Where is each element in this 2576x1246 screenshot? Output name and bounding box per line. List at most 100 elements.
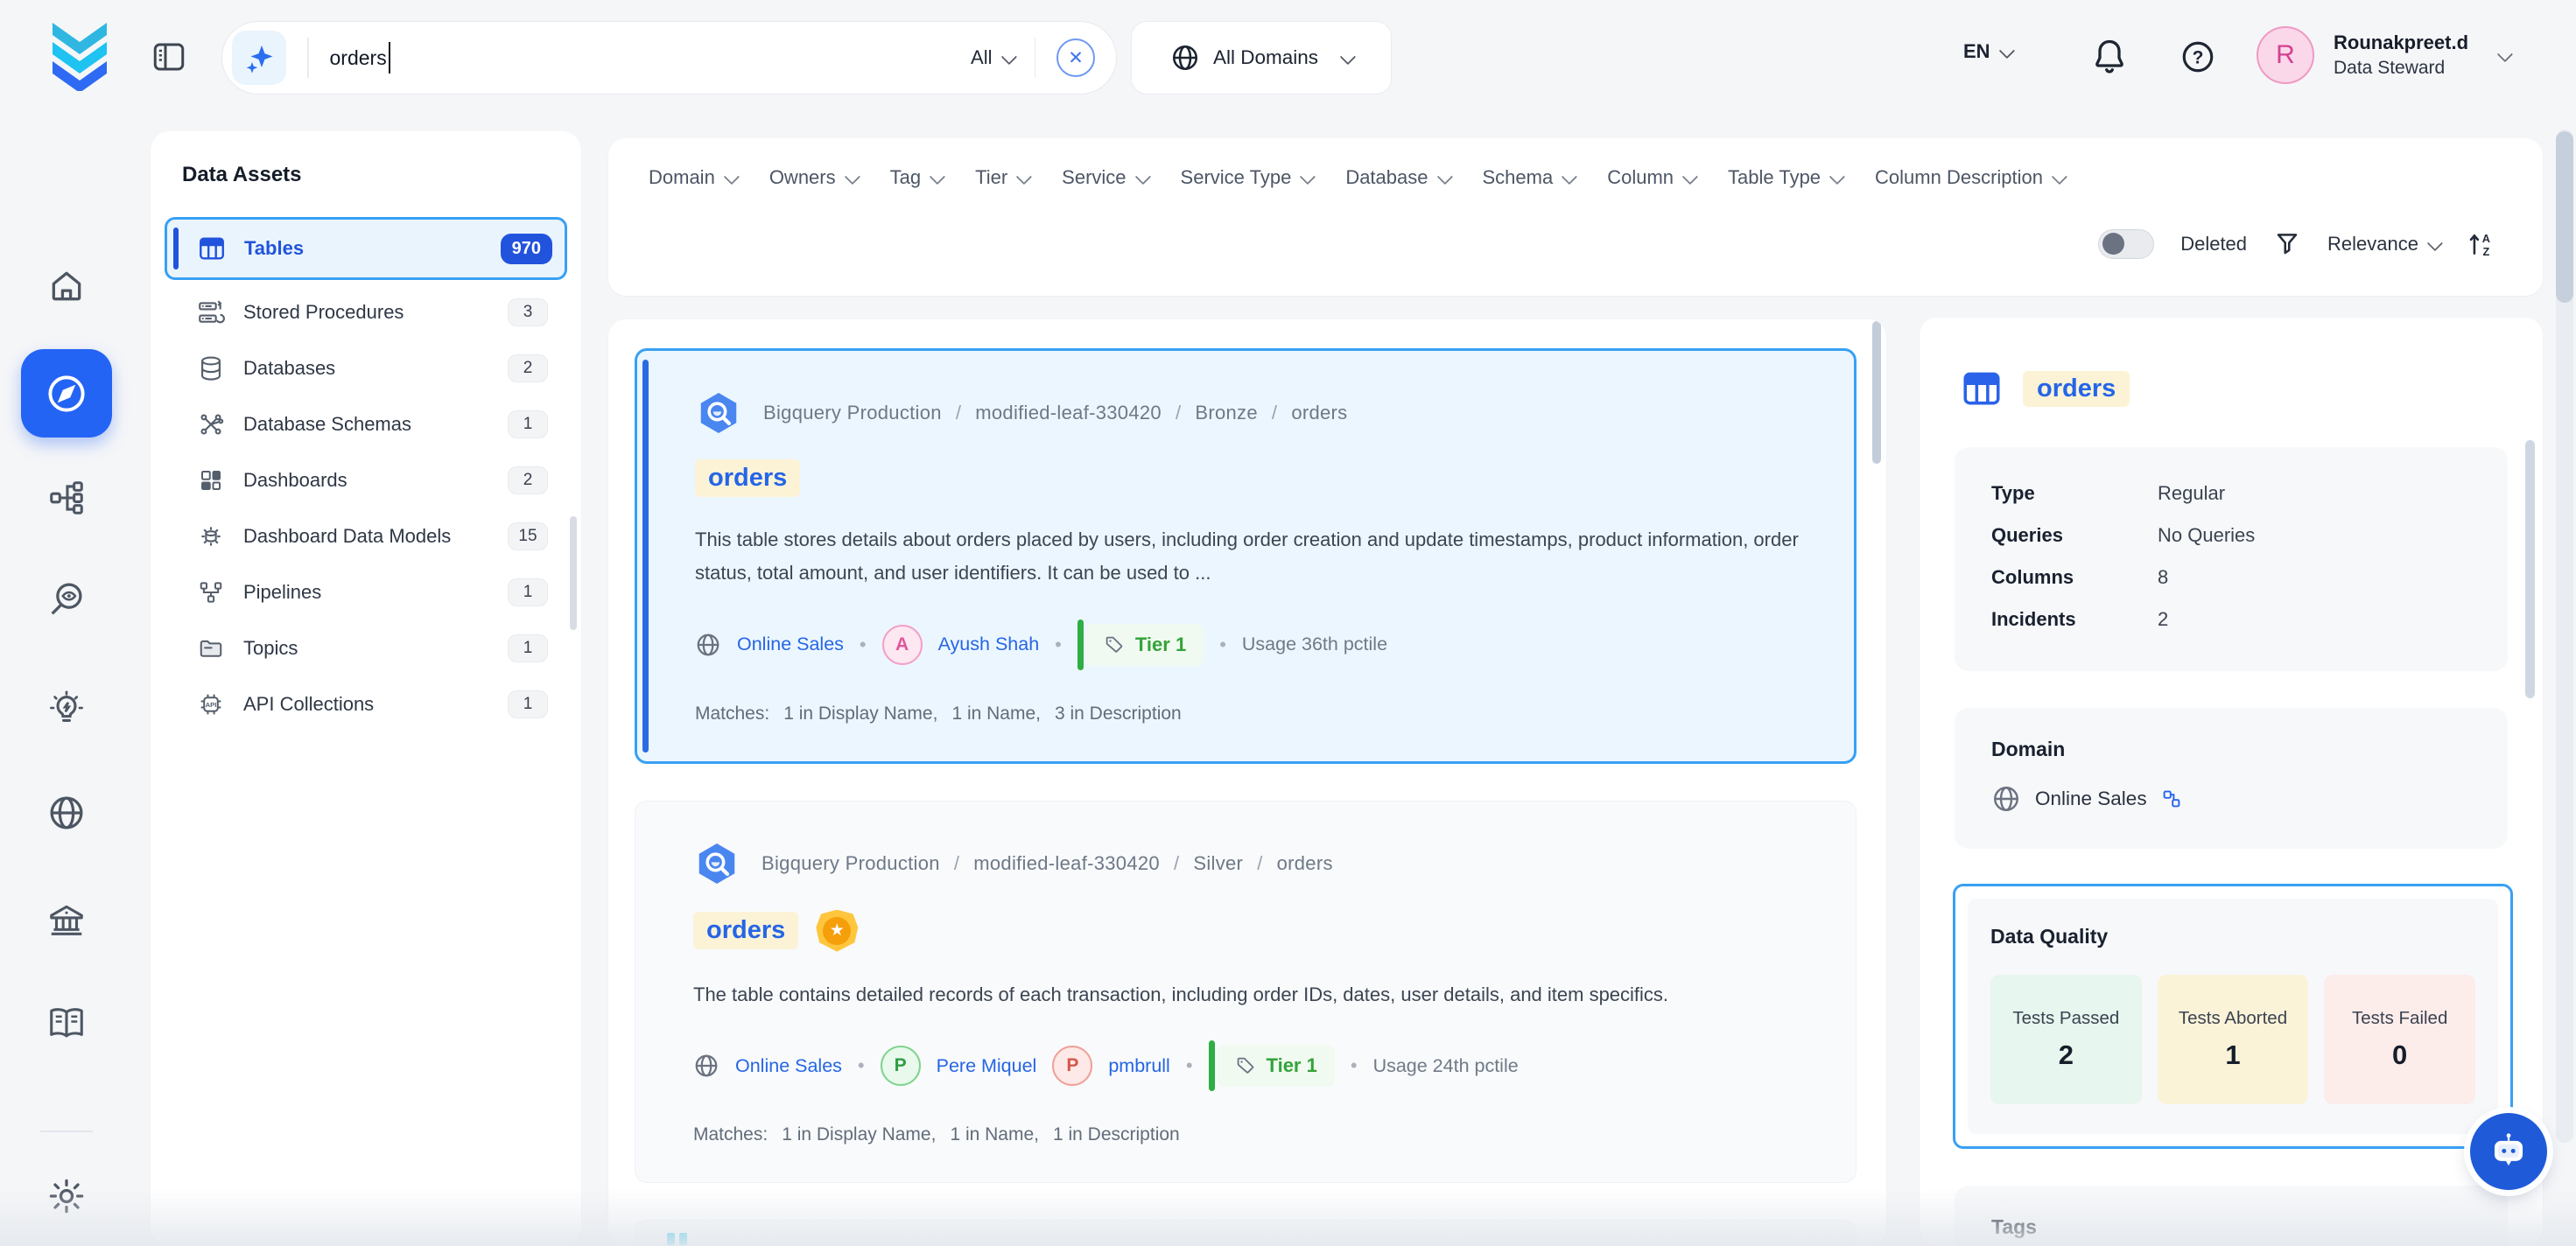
assets-scrollbar[interactable] xyxy=(570,516,577,630)
filter-column-description[interactable]: Column Description xyxy=(1875,166,2064,189)
sidebar-item-stored-procedures[interactable]: Stored Procedures 3 xyxy=(172,287,560,338)
topic-folder-icon xyxy=(194,635,228,662)
result-description: The table contains detailed records of e… xyxy=(693,978,1803,1012)
breadcrumb-database[interactable]: modified-leaf-330420 xyxy=(973,852,1160,875)
stored-procedure-icon xyxy=(194,298,228,327)
all-domains-button[interactable]: All Domains xyxy=(1131,21,1392,94)
filter-owners[interactable]: Owners xyxy=(769,166,857,189)
breadcrumb-table[interactable]: orders xyxy=(1277,852,1333,875)
tests-aborted-tile[interactable]: Tests Aborted 1 xyxy=(2158,975,2309,1104)
breadcrumb-schema[interactable]: Silver xyxy=(1193,852,1243,875)
usage-percentile: Usage 24th pctile xyxy=(1373,1055,1519,1077)
tier-badge[interactable]: Tier 1 xyxy=(1209,1040,1335,1091)
result-card-orders-silver[interactable]: Bigquery Production modified-leaf-330420… xyxy=(635,801,1857,1184)
clear-search-button[interactable]: ✕ xyxy=(1056,38,1095,77)
user-menu[interactable]: R Rounakpreet.d Data Steward xyxy=(2257,26,2509,84)
avatar: R xyxy=(2257,26,2314,84)
sidebar-item-database-schemas[interactable]: Database Schemas 1 xyxy=(172,399,560,450)
sidebar-item-dashboards[interactable]: Dashboards 2 xyxy=(172,455,560,506)
filter-service[interactable]: Service xyxy=(1062,166,1147,189)
breadcrumb: Bigquery Production modified-leaf-330420… xyxy=(693,840,1803,887)
user-role: Data Steward xyxy=(2334,56,2468,80)
sort-az-icon[interactable]: AZ xyxy=(2466,229,2495,259)
sidebar-item-tables[interactable]: Tables 970 xyxy=(165,217,567,280)
result-title-link[interactable]: orders xyxy=(695,459,800,497)
result-card-orders-bronze[interactable]: Bigquery Production modified-leaf-330420… xyxy=(635,348,1857,764)
filter-tier[interactable]: Tier xyxy=(975,166,1028,189)
filter-database[interactable]: Database xyxy=(1345,166,1449,189)
detail-scrollbar[interactable] xyxy=(2525,440,2535,698)
filter-domain[interactable]: Domain xyxy=(649,166,736,189)
domain-link[interactable]: Online Sales xyxy=(735,1055,842,1077)
chevron-down-icon xyxy=(930,168,945,184)
detail-title-link[interactable]: orders xyxy=(2023,371,2130,407)
help-icon[interactable]: ? xyxy=(2179,38,2216,75)
page-scrollbar-thumb[interactable] xyxy=(2556,131,2573,303)
search-scope-dropdown[interactable]: All xyxy=(971,46,1013,69)
domain-link[interactable]: Online Sales xyxy=(737,634,844,655)
owner-link[interactable]: Ayush Shah xyxy=(938,634,1040,655)
tests-failed-tile[interactable]: Tests Failed 0 xyxy=(2324,975,2475,1104)
global-search-bar[interactable]: orders All ✕ xyxy=(221,21,1117,94)
breadcrumb-service[interactable]: Bigquery Production xyxy=(763,402,942,424)
tags-section-title: Tags xyxy=(1991,1215,2471,1239)
breadcrumb-schema[interactable]: Bronze xyxy=(1195,402,1258,424)
tier-badge[interactable]: Tier 1 xyxy=(1077,620,1204,670)
govern-bank-icon[interactable] xyxy=(46,900,87,941)
incidents-count-link[interactable]: 2 xyxy=(2158,608,2471,631)
owner-link[interactable]: Pere Miquel xyxy=(937,1055,1037,1077)
sidebar-item-topics[interactable]: Topics 1 xyxy=(172,623,560,674)
explore-compass-icon-active[interactable] xyxy=(21,349,112,438)
tier-accent-bar xyxy=(1077,620,1084,670)
chevron-down-icon xyxy=(724,168,740,184)
domain-link-icon[interactable] xyxy=(2161,788,2182,809)
filter-column[interactable]: Column xyxy=(1607,166,1695,189)
platform-lineage-icon[interactable] xyxy=(46,478,87,518)
insights-bulb-icon[interactable] xyxy=(46,689,87,729)
filter-schema[interactable]: Schema xyxy=(1483,166,1575,189)
result-title-link[interactable]: orders xyxy=(693,912,798,949)
language-selector[interactable]: EN xyxy=(1963,40,2011,63)
domains-globe-icon[interactable] xyxy=(46,793,87,833)
asset-type-label: Stored Procedures xyxy=(243,301,508,324)
observability-icon[interactable] xyxy=(46,579,87,620)
count-badge: 970 xyxy=(501,234,552,264)
info-value: Regular xyxy=(2158,482,2471,505)
sidebar-item-api-collections[interactable]: API API Collections 1 xyxy=(172,679,560,730)
tests-passed-tile[interactable]: Tests Passed 2 xyxy=(1990,975,2142,1104)
breadcrumb-database[interactable]: modified-leaf-330420 xyxy=(975,402,1162,424)
star-icon: ★ xyxy=(830,920,845,941)
filter-table-type[interactable]: Table Type xyxy=(1728,166,1842,189)
breadcrumb-service[interactable]: Bigquery Production xyxy=(762,852,940,875)
page-scrollbar-track[interactable] xyxy=(2556,130,2573,1143)
domain-name[interactable]: Online Sales xyxy=(2035,788,2147,810)
notifications-bell-icon[interactable] xyxy=(2090,37,2129,75)
sidebar-toggle-icon[interactable] xyxy=(151,38,187,75)
user-name: Rounakpreet.d xyxy=(2334,30,2468,56)
glossary-book-icon[interactable] xyxy=(46,1003,87,1043)
home-icon[interactable] xyxy=(46,266,87,306)
sort-order-dropdown[interactable]: Relevance xyxy=(2327,233,2439,256)
result-card-partial[interactable] xyxy=(635,1220,1857,1246)
ai-chat-bot-button[interactable] xyxy=(2470,1113,2547,1190)
info-label: Columns xyxy=(1991,566,2158,589)
globe-icon xyxy=(1991,784,2021,814)
search-input[interactable]: orders xyxy=(330,42,972,74)
settings-gear-icon[interactable] xyxy=(46,1176,87,1216)
ai-sparkle-icon[interactable] xyxy=(232,31,286,85)
owner-link[interactable]: pmbrull xyxy=(1108,1055,1170,1077)
breadcrumb-table[interactable]: orders xyxy=(1291,402,1347,424)
advanced-filter-funnel-icon[interactable] xyxy=(2273,230,2301,258)
data-quality-section: Data Quality Tests Passed 2 Tests Aborte… xyxy=(1953,884,2513,1149)
sidebar-item-dashboard-data-models[interactable]: Dashboard Data Models 15 xyxy=(172,511,560,562)
sidebar-item-pipelines[interactable]: Pipelines 1 xyxy=(172,567,560,618)
globe-icon xyxy=(693,1053,719,1079)
results-scrollbar[interactable] xyxy=(1872,321,1881,464)
filter-tag[interactable]: Tag xyxy=(890,166,942,189)
filter-service-type[interactable]: Service Type xyxy=(1181,166,1313,189)
filter-row: Domain Owners Tag Tier Service Service T… xyxy=(649,166,2064,189)
sidebar-item-databases[interactable]: Databases 2 xyxy=(172,343,560,394)
owner-avatar: P xyxy=(1052,1046,1092,1086)
collate-logo-icon[interactable] xyxy=(47,19,112,91)
deleted-toggle[interactable] xyxy=(2098,229,2154,259)
